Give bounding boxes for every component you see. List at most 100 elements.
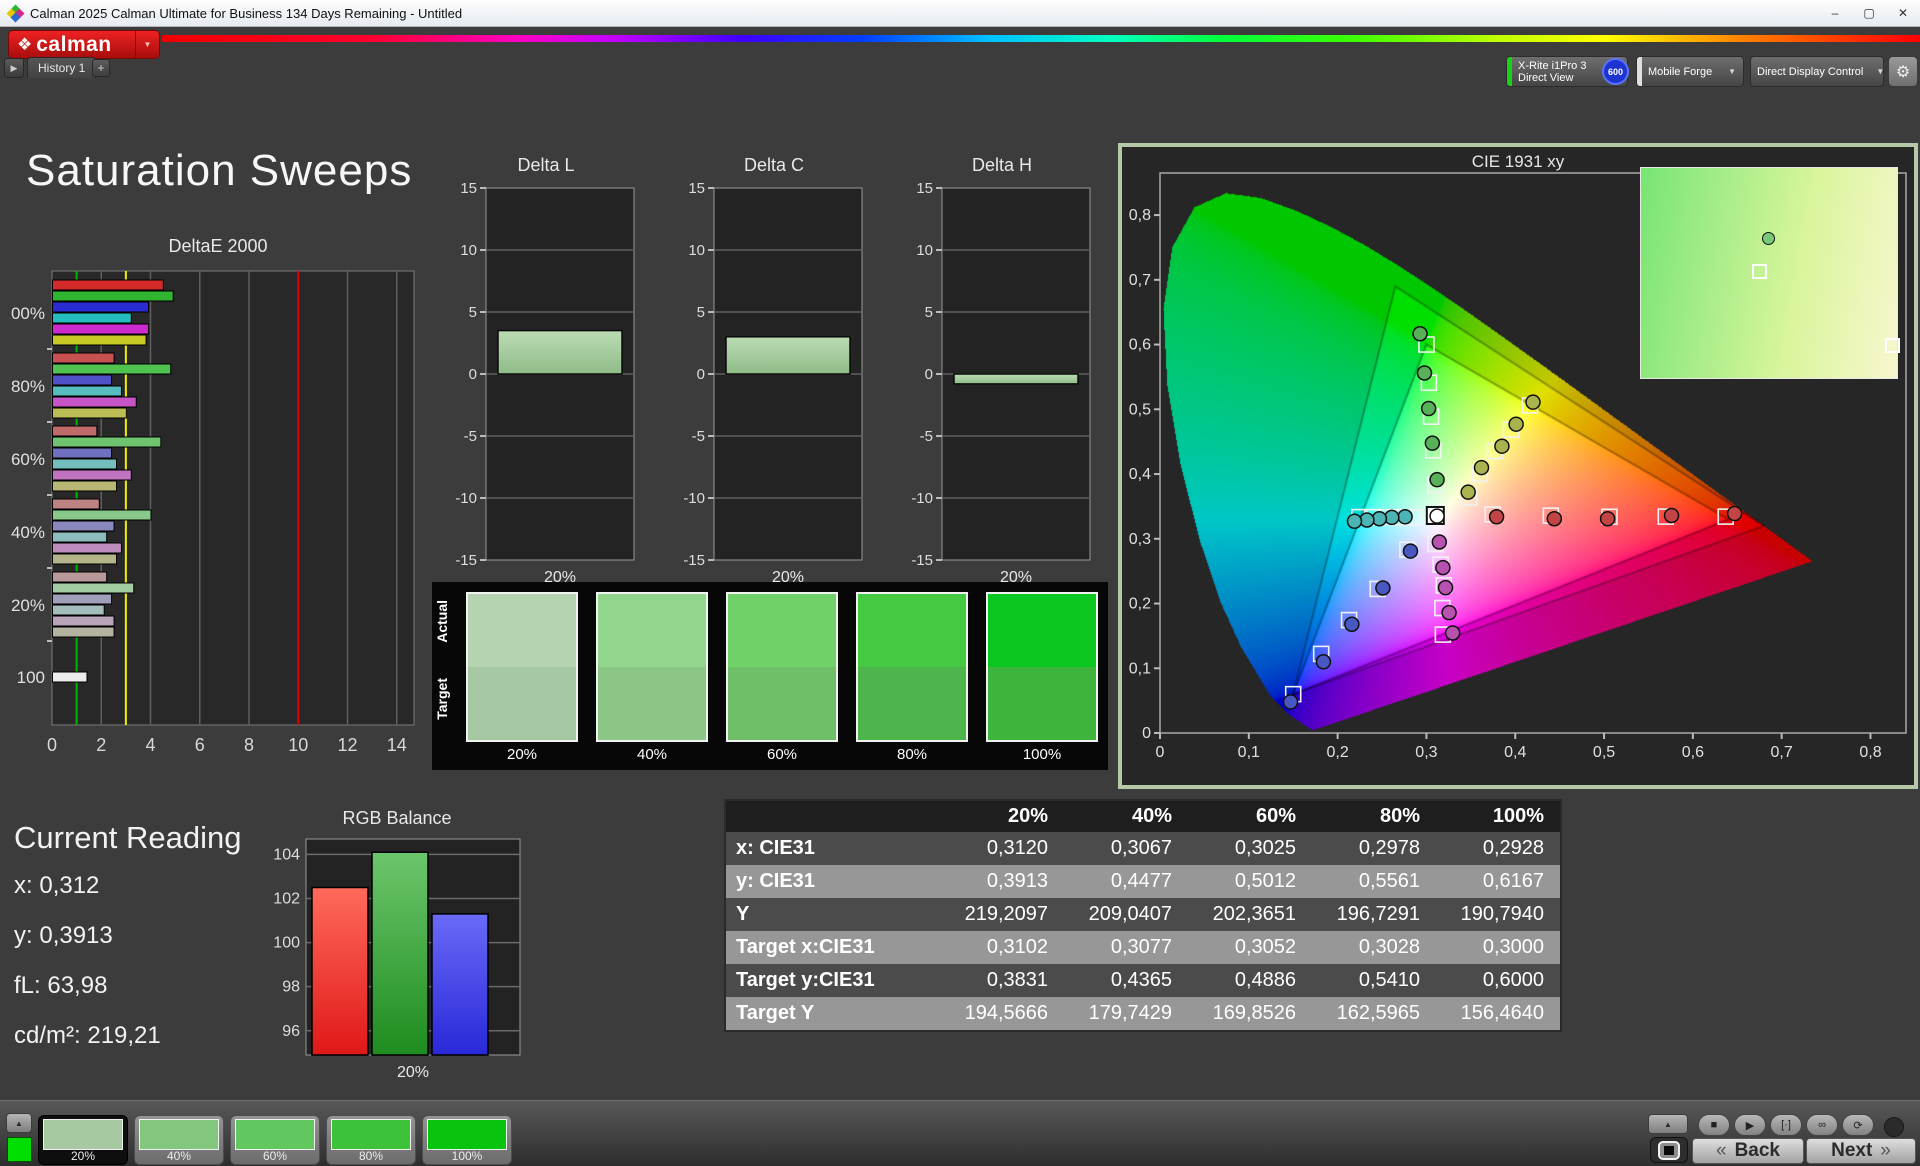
transport-expand-button[interactable]: ▲ bbox=[1648, 1114, 1688, 1134]
pattern-swatch bbox=[331, 1119, 411, 1150]
deltae-bar bbox=[52, 301, 150, 313]
tick-label: 104 bbox=[273, 846, 300, 863]
tick-label: 8 bbox=[244, 735, 254, 755]
deltae-bar bbox=[52, 458, 118, 470]
swatch-column: 80% bbox=[856, 592, 968, 770]
deltae-bar bbox=[52, 480, 118, 492]
pattern-card-60%[interactable]: 60% bbox=[230, 1115, 320, 1165]
target-swatch bbox=[468, 667, 576, 740]
measured-point-green bbox=[1416, 365, 1433, 381]
tick-label: 0,2 bbox=[1129, 596, 1151, 613]
actual-swatch bbox=[728, 594, 836, 667]
tick-label: -5 bbox=[692, 428, 705, 445]
next-button[interactable]: Next » bbox=[1806, 1138, 1916, 1164]
deltae2000-title: DeltaE 2000 bbox=[168, 236, 268, 256]
measured-point-cyan bbox=[1397, 509, 1413, 525]
swatch-label: 20% bbox=[506, 746, 538, 763]
meter-line2: Direct View bbox=[1518, 71, 1574, 84]
table-row: Target x:CIE31 0,3102 0,3077 0,3052 0,3028 0,… bbox=[726, 931, 1560, 964]
pattern-card-40%[interactable]: 40% bbox=[134, 1115, 224, 1165]
table-row: x: CIE31 0,3120 0,3067 0,3025 0,2978 0,2928 bbox=[726, 832, 1560, 865]
tick-label: 20% bbox=[397, 1064, 429, 1081]
rgb-plot: 96 98 100 102 104 20% bbox=[266, 831, 528, 1090]
play-icon[interactable]: ▶ bbox=[1734, 1114, 1766, 1136]
tick-label: 2 bbox=[96, 735, 106, 755]
table-cell: 0,6000 bbox=[1482, 969, 1544, 991]
table-cell: 0,2928 bbox=[1482, 837, 1544, 859]
deltae-bar bbox=[52, 407, 127, 419]
delta-c-title: Delta C bbox=[743, 155, 805, 175]
tick-label: -5 bbox=[920, 428, 933, 445]
white-point-measured bbox=[1429, 508, 1445, 524]
gear-icon[interactable]: ⚙ bbox=[1888, 56, 1918, 87]
maximize-button[interactable]: ▢ bbox=[1852, 0, 1886, 26]
tick-label: 0,3 bbox=[1129, 531, 1151, 548]
table-cell: 179,7429 bbox=[1088, 1002, 1172, 1024]
tab-history-1[interactable]: History 1 bbox=[27, 57, 97, 78]
table-cell: 0,3913 bbox=[986, 870, 1048, 892]
column-header: 40% bbox=[1131, 805, 1172, 827]
table-cell: 0,3025 bbox=[1234, 837, 1296, 859]
delta-plot-1: 15 10 5 0 -5 -10 -15 20% bbox=[452, 178, 640, 595]
pattern-label: 20% bbox=[70, 1149, 96, 1163]
table-cell: 0,5410 bbox=[1358, 969, 1420, 991]
chevron-down-icon: ▼ bbox=[135, 31, 159, 58]
stop-measurement-button[interactable] bbox=[1650, 1137, 1688, 1163]
close-button[interactable]: ✕ bbox=[1886, 0, 1920, 26]
tick-label: 100 bbox=[273, 935, 300, 952]
actual-row-label: Actual bbox=[434, 600, 450, 643]
swatch-label: 40% bbox=[636, 746, 668, 763]
deltae-bar bbox=[52, 312, 132, 324]
row-label: Y bbox=[736, 903, 750, 925]
swatch-strip-expand-button[interactable]: ▲ bbox=[6, 1113, 32, 1133]
tick-label: 0 bbox=[1156, 744, 1165, 761]
measured-point-yellow bbox=[1508, 416, 1524, 432]
pattern-card-100%[interactable]: 100% bbox=[422, 1115, 512, 1165]
measured-point-blue bbox=[1315, 654, 1332, 670]
tick-label: 15 bbox=[460, 180, 477, 197]
deltae-bar bbox=[52, 385, 122, 397]
table-cell: 169,8526 bbox=[1212, 1002, 1296, 1024]
column-header: 100% bbox=[1492, 805, 1544, 827]
tick-label: 80% bbox=[11, 377, 45, 396]
tick-label: 0,4 bbox=[1504, 744, 1526, 761]
refresh-icon[interactable]: ⟳ bbox=[1842, 1114, 1874, 1136]
tick-label: 0,1 bbox=[1129, 660, 1151, 677]
table-cell: 156,4640 bbox=[1460, 1002, 1544, 1024]
history-expand-button[interactable]: ▶ bbox=[4, 58, 24, 78]
deltae-bar bbox=[52, 334, 147, 346]
delta-l-chart: Delta L 15 10 5 0 -5 -10 -15 20% bbox=[452, 155, 640, 595]
pattern-card-80%[interactable]: 80% bbox=[326, 1115, 416, 1165]
table-cell: 194,5666 bbox=[964, 1002, 1048, 1024]
pattern-card-20%[interactable]: 20% bbox=[38, 1115, 128, 1165]
deltae-bar bbox=[52, 436, 162, 448]
tick-label: 15 bbox=[916, 180, 933, 197]
tick-label: 60% bbox=[11, 450, 45, 469]
table-row: y: CIE31 0,3913 0,4477 0,5012 0,5561 0,6167 bbox=[726, 865, 1560, 898]
delta_c-svg: 151050-5-10-1520% bbox=[683, 180, 863, 586]
tick-label: 0,3 bbox=[1415, 744, 1437, 761]
stop-icon[interactable]: ■ bbox=[1698, 1114, 1730, 1136]
source-dropdown[interactable]: Mobile Forge ▼ bbox=[1636, 56, 1744, 87]
reading-x: x: 0,312 bbox=[14, 872, 100, 899]
tick-label: 0,7 bbox=[1129, 272, 1151, 289]
add-tab-button[interactable]: + bbox=[92, 59, 110, 77]
tick-label: 0 bbox=[925, 366, 933, 383]
tick-label: 0,4 bbox=[1129, 466, 1151, 483]
delta-l-title: Delta L bbox=[517, 155, 575, 175]
minimize-button[interactable]: – bbox=[1818, 0, 1852, 26]
deltae-bar bbox=[52, 498, 100, 510]
range-icon[interactable]: [·] bbox=[1770, 1114, 1802, 1136]
back-button[interactable]: « Back bbox=[1692, 1138, 1804, 1164]
swatch-label: 80% bbox=[896, 746, 928, 763]
table-cell: 0,4477 bbox=[1110, 870, 1172, 892]
calman-menu-button[interactable]: ❖ calman ▼ bbox=[8, 30, 160, 59]
table-cell: 0,4886 bbox=[1234, 969, 1296, 991]
infinity-icon[interactable]: ∞ bbox=[1806, 1114, 1838, 1136]
meter-badge[interactable]: 600 bbox=[1602, 58, 1629, 85]
workflow-dropdown[interactable]: Direct Display Control ▼ bbox=[1750, 56, 1884, 87]
table-cell: 209,0407 bbox=[1088, 903, 1172, 925]
calman-diamond-icon: ❖ bbox=[17, 34, 33, 54]
actual-swatch bbox=[468, 594, 576, 667]
swatch-column: 60% bbox=[726, 592, 838, 770]
